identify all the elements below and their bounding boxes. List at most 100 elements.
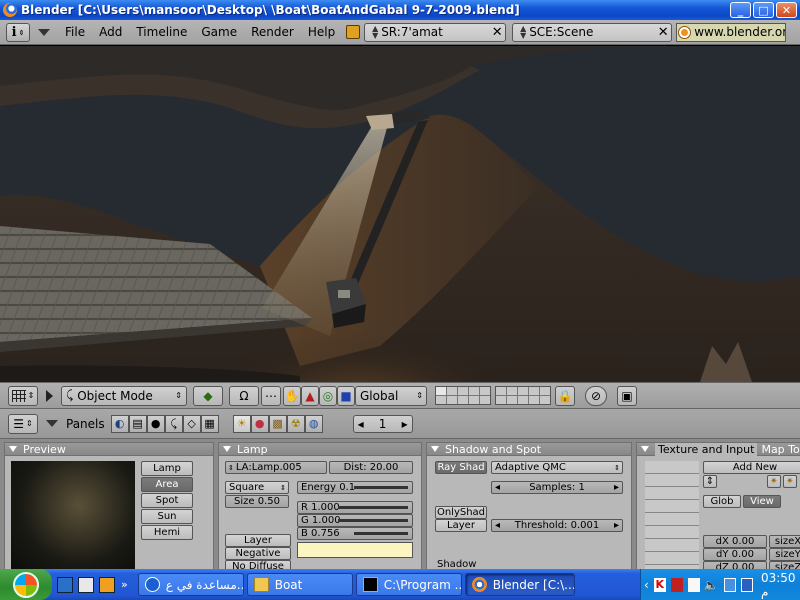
layer-button[interactable] xyxy=(507,396,517,404)
minimize-button[interactable]: _ xyxy=(730,2,751,18)
sizex-field[interactable]: sizeX xyxy=(769,535,800,548)
samples-decrement-icon[interactable]: ◂ xyxy=(495,482,500,493)
start-button[interactable] xyxy=(0,569,52,600)
language-icon[interactable] xyxy=(740,577,753,592)
color-r-track[interactable] xyxy=(338,506,408,509)
render-preview-button[interactable]: ▣ xyxy=(617,385,637,406)
task-cmd-label[interactable]: C:\Program ... xyxy=(384,578,461,592)
lamp-dist-field[interactable]: Dist: 20.00 xyxy=(329,461,413,474)
shadow-layer-toggle[interactable]: Layer xyxy=(435,519,487,532)
scene-delete-icon[interactable]: ✕ xyxy=(655,25,671,40)
alert-icon[interactable] xyxy=(670,577,683,592)
color-r-value[interactable]: R 1.000 xyxy=(301,502,340,513)
color-g-value[interactable]: G 1.000 xyxy=(301,515,341,526)
layer-button[interactable] xyxy=(518,387,528,395)
layer-button[interactable] xyxy=(436,396,446,404)
frame-decrement-icon[interactable]: ◂ xyxy=(358,417,364,431)
color-g-track[interactable] xyxy=(338,519,408,522)
layers-grid-1[interactable] xyxy=(435,386,491,405)
mode-selector-label[interactable]: Object Mode xyxy=(77,389,153,403)
script-context-button[interactable]: ▤ xyxy=(128,414,147,433)
task-help[interactable]: مساعدة في ع... xyxy=(137,573,244,596)
window-switcher-icon[interactable] xyxy=(78,576,94,593)
view-coords-button[interactable]: View xyxy=(743,495,781,508)
frame-number[interactable]: 1 xyxy=(379,417,387,431)
frame-increment-icon[interactable]: ▸ xyxy=(402,417,408,431)
layer-button[interactable] xyxy=(540,387,550,395)
threshold-field[interactable]: ◂ Threshold: 0.001 ▸ xyxy=(491,519,623,532)
layer-button[interactable] xyxy=(447,396,457,404)
menu-add[interactable]: Add xyxy=(92,25,129,39)
energy-value[interactable]: Energy 0.1 xyxy=(301,482,355,493)
samples-increment-icon[interactable]: ▸ xyxy=(614,482,619,493)
orientation-selector[interactable]: Global ⇕ xyxy=(355,385,427,406)
editor-type-button[interactable]: ⇕ xyxy=(8,385,38,406)
color-b-slider[interactable]: B 0.756 xyxy=(297,527,413,540)
menu-help[interactable]: Help xyxy=(301,25,342,39)
radiosity-buttons-button[interactable]: ☢ xyxy=(286,414,305,433)
tab-map-to[interactable]: Map To xyxy=(761,443,799,456)
threshold-increment-icon[interactable]: ▸ xyxy=(614,520,619,531)
scale-button[interactable]: ■ xyxy=(337,385,355,406)
color-g-slider[interactable]: G 1.000 xyxy=(297,514,413,527)
lamp-dist[interactable]: Dist: 20.00 xyxy=(344,462,399,473)
texture-buttons-button[interactable]: ▩ xyxy=(268,414,287,433)
buttons-collapse-icon[interactable] xyxy=(46,420,58,427)
lamp-buttons-button[interactable]: ☀ xyxy=(232,414,251,433)
dx-field[interactable]: dX 0.00 xyxy=(703,535,767,548)
blender-url-text[interactable]: www.blender.org xyxy=(694,25,785,39)
quicklaunch-more-icon[interactable]: » xyxy=(121,578,128,591)
expand-menu-icon[interactable] xyxy=(46,389,53,402)
lamp-panel-header[interactable]: Lamp xyxy=(219,443,421,456)
scene-context-button[interactable]: ▦ xyxy=(200,414,219,433)
no-diffuse-toggle[interactable]: No Diffuse xyxy=(225,560,291,569)
translate-button[interactable]: ▲ xyxy=(301,385,319,406)
layer-button[interactable] xyxy=(469,387,479,395)
manipulator-hand-button[interactable]: ✋ xyxy=(283,385,301,406)
material-buttons-button[interactable]: ● xyxy=(250,414,269,433)
tab-texture-input[interactable]: Texture and Input xyxy=(655,442,758,456)
add-new-texture-button[interactable]: Add New xyxy=(703,461,800,474)
dy-field[interactable]: dY 0.00 xyxy=(703,548,767,561)
object-context-button[interactable]: ⤹ xyxy=(164,414,183,433)
editing-context-button[interactable]: ◇ xyxy=(182,414,201,433)
glob-coords-button[interactable]: Glob xyxy=(703,495,741,508)
task-help-label[interactable]: مساعدة في ع... xyxy=(166,578,243,592)
frame-number-field[interactable]: ◂ 1 ▸ xyxy=(352,414,413,433)
dz-field[interactable]: dZ 0.00 xyxy=(703,561,767,569)
task-blender[interactable]: Blender [C:\... xyxy=(464,573,575,596)
layers-grid-2[interactable] xyxy=(495,386,551,405)
maximize-button[interactable]: □ xyxy=(753,2,774,18)
show-desktop-icon[interactable] xyxy=(57,576,73,593)
task-blender-label[interactable]: Blender [C:\... xyxy=(493,578,574,592)
window-titlebar[interactable]: Blender [C:\Users\mansoor\Desktop\ \Boat… xyxy=(0,0,800,20)
lamp-type-spot[interactable]: Spot xyxy=(141,493,193,508)
lamp-type-area[interactable]: Area xyxy=(141,477,193,492)
scene-selector[interactable]: ▲ ▼ SCE:Scene ✕ xyxy=(512,22,673,42)
lamp-type-lamp[interactable]: Lamp xyxy=(141,461,193,476)
panel-collapse-icon[interactable] xyxy=(431,446,439,452)
lock-button[interactable]: 🔒 xyxy=(555,385,575,406)
scene-browse-icon[interactable]: ▲ ▼ xyxy=(517,25,529,40)
pivot-button[interactable]: Ω xyxy=(229,385,259,406)
draw-type-button[interactable]: ◆ xyxy=(193,385,223,406)
layer-toggle[interactable]: Layer xyxy=(225,534,291,547)
layer-button[interactable] xyxy=(496,396,506,404)
layer-button[interactable] xyxy=(480,387,490,395)
info-window-icon[interactable]: i ⇕ xyxy=(6,22,30,42)
layer-button[interactable] xyxy=(507,387,517,395)
texture-channel-list[interactable] xyxy=(645,461,699,569)
tray-expand-icon[interactable]: ‹ xyxy=(644,578,649,592)
layer-button[interactable] xyxy=(447,387,457,395)
texture-browse-button[interactable]: ⇕ xyxy=(703,475,717,488)
media-player-icon[interactable] xyxy=(99,576,115,593)
proportional-edit-button[interactable]: ⊘ xyxy=(585,385,607,406)
panel-collapse-icon[interactable] xyxy=(9,446,17,452)
panel-collapse-icon[interactable] xyxy=(641,446,649,452)
lamp-name[interactable]: LA:Lamp.005 xyxy=(236,462,302,473)
layer-button[interactable] xyxy=(458,387,468,395)
only-shadow-toggle[interactable]: OnlyShad xyxy=(435,506,487,519)
pivot-dots-button[interactable]: ⋯ xyxy=(261,385,281,406)
clock[interactable]: 03:50 م xyxy=(761,571,800,599)
screen-delete-icon[interactable]: ✕ xyxy=(489,25,505,40)
